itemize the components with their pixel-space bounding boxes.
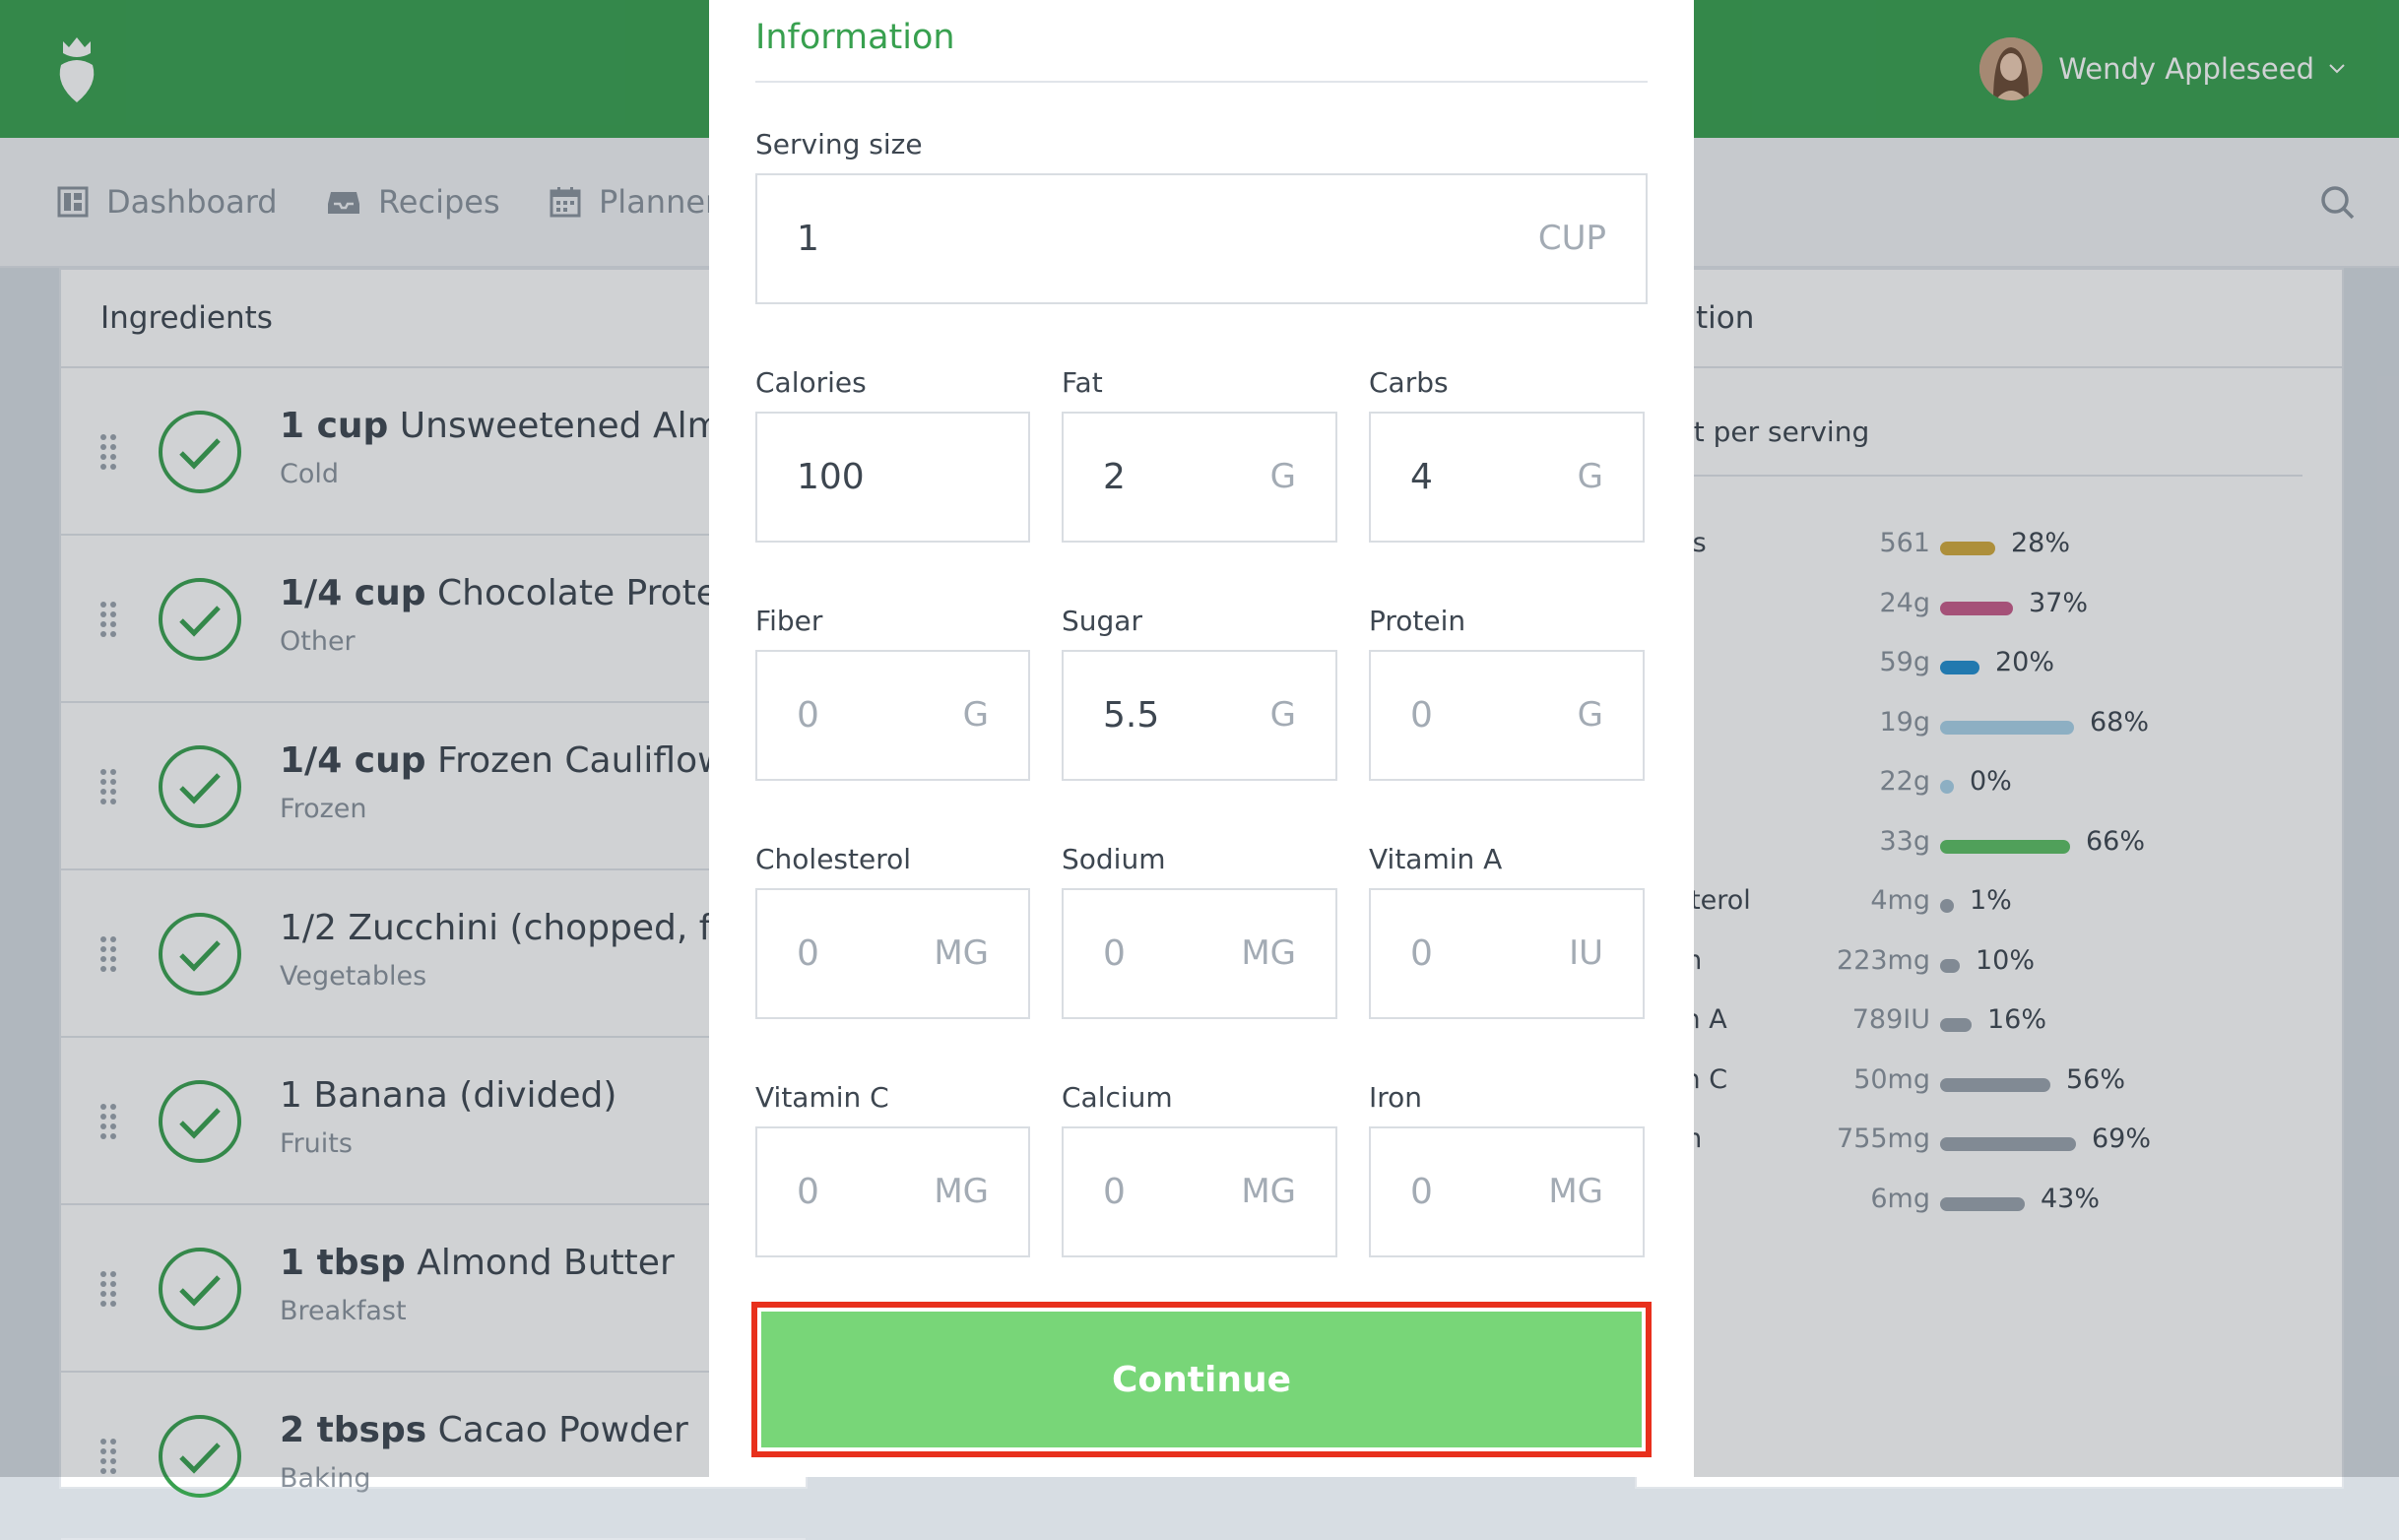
carbs-label: Carbs bbox=[1369, 366, 1449, 399]
sodium-label: Sodium bbox=[1062, 843, 1166, 875]
iron-unit: MG bbox=[1548, 1172, 1603, 1211]
serving-size-input[interactable]: 1 CUP bbox=[755, 173, 1648, 304]
sodium-value: 0 bbox=[1103, 933, 1126, 974]
iron-input[interactable]: 0 MG bbox=[1369, 1126, 1645, 1257]
protein-value: 0 bbox=[1410, 695, 1433, 736]
protein-input[interactable]: 0G bbox=[1369, 650, 1645, 781]
cholesterol-input[interactable]: 0 MG bbox=[755, 888, 1030, 1019]
calcium-input[interactable]: 0 MG bbox=[1062, 1126, 1337, 1257]
sugar-value: 5.5 bbox=[1103, 695, 1160, 736]
iron-value: 0 bbox=[1410, 1172, 1433, 1212]
cholesterol-unit: MG bbox=[934, 933, 989, 973]
cholesterol-value: 0 bbox=[797, 933, 819, 974]
calcium-value: 0 bbox=[1103, 1172, 1126, 1212]
vitamin-c-label: Vitamin C bbox=[755, 1081, 889, 1114]
serving-size-unit: CUP bbox=[1537, 219, 1606, 258]
carbs-unit: G bbox=[1577, 457, 1603, 496]
divider bbox=[755, 81, 1648, 83]
continue-button[interactable]: Continue bbox=[761, 1312, 1642, 1447]
calcium-unit: MG bbox=[1241, 1172, 1296, 1211]
fiber-label: Fiber bbox=[755, 605, 823, 637]
iron-label: Iron bbox=[1369, 1081, 1423, 1114]
sugar-unit: G bbox=[1269, 695, 1296, 735]
sugar-label: Sugar bbox=[1062, 605, 1142, 637]
fiber-input[interactable]: 0G bbox=[755, 650, 1030, 781]
vitamin-a-input[interactable]: 0 IU bbox=[1369, 888, 1645, 1019]
calories-label: Calories bbox=[755, 366, 867, 399]
cholesterol-label: Cholesterol bbox=[755, 843, 912, 875]
nutrition-info-modal: Information Serving size 1 CUP Calories 1… bbox=[709, 0, 1694, 1477]
vitamin-a-label: Vitamin A bbox=[1369, 843, 1503, 875]
vitamin-a-value: 0 bbox=[1410, 933, 1433, 974]
fat-value: 2 bbox=[1103, 457, 1126, 497]
serving-size-label: Serving size bbox=[755, 128, 923, 160]
fat-label: Fat bbox=[1062, 366, 1103, 399]
vitamin-c-unit: MG bbox=[934, 1172, 989, 1211]
fat-input[interactable]: 2G bbox=[1062, 412, 1337, 543]
fiber-unit: G bbox=[962, 695, 989, 735]
sodium-input[interactable]: 0 MG bbox=[1062, 888, 1337, 1019]
carbs-input[interactable]: 4G bbox=[1369, 412, 1645, 543]
vitamin-c-input[interactable]: 0 MG bbox=[755, 1126, 1030, 1257]
modal-title: Information bbox=[755, 18, 955, 57]
calories-value: 100 bbox=[797, 457, 865, 497]
fiber-value: 0 bbox=[797, 695, 819, 736]
sodium-unit: MG bbox=[1241, 933, 1296, 973]
continue-highlight: Continue bbox=[751, 1302, 1652, 1457]
carbs-value: 4 bbox=[1410, 457, 1433, 497]
serving-size-value: 1 bbox=[797, 219, 819, 259]
fat-unit: G bbox=[1269, 457, 1296, 496]
calcium-label: Calcium bbox=[1062, 1081, 1173, 1114]
vitamin-a-unit: IU bbox=[1569, 933, 1603, 973]
sugar-input[interactable]: 5.5 G bbox=[1062, 650, 1337, 781]
protein-label: Protein bbox=[1369, 605, 1466, 637]
vitamin-c-value: 0 bbox=[797, 1172, 819, 1212]
calories-input[interactable]: 100 bbox=[755, 412, 1030, 543]
protein-unit: G bbox=[1577, 695, 1603, 735]
